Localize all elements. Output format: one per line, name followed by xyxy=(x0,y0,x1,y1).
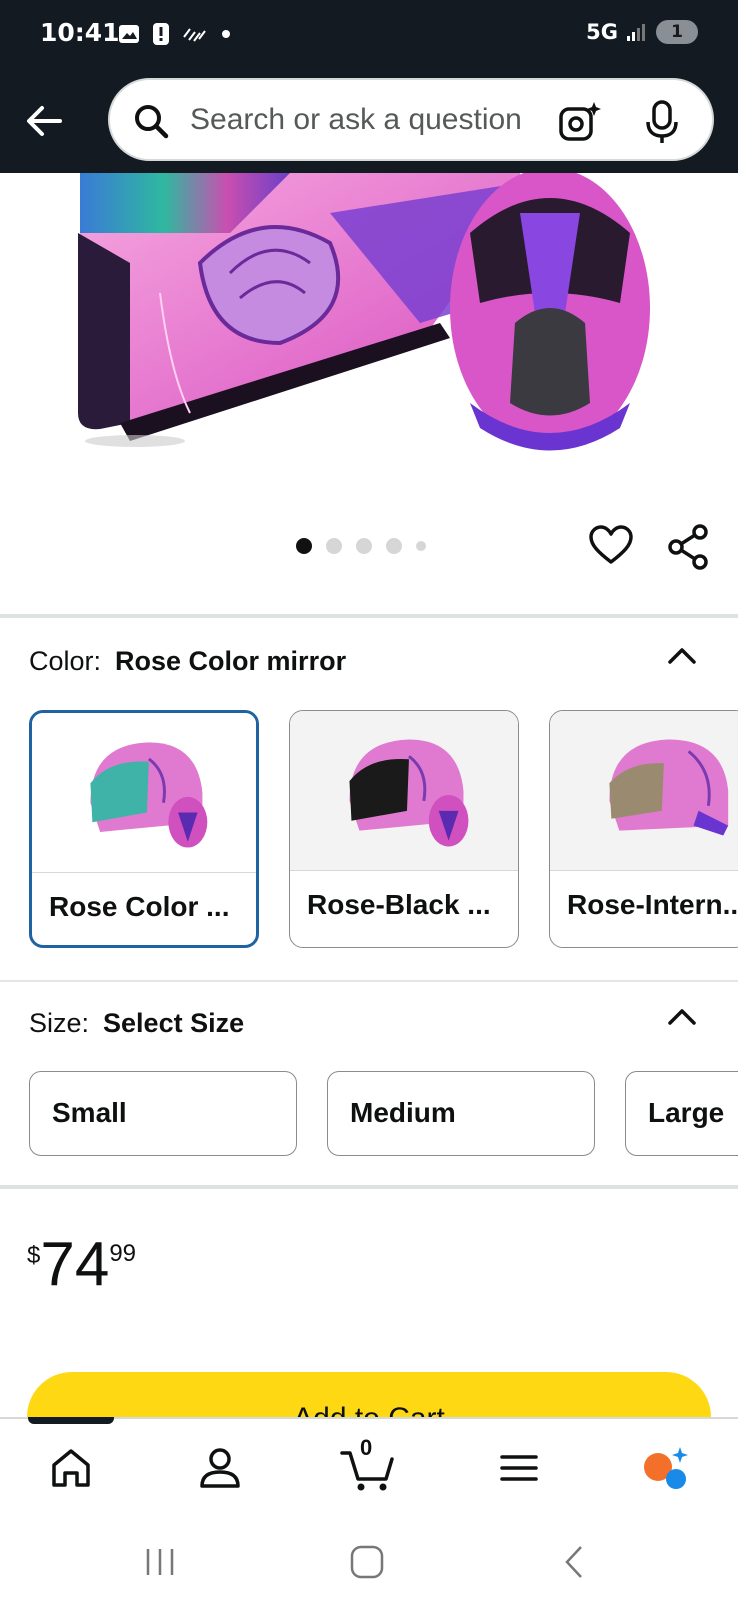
alert-icon xyxy=(153,23,169,45)
chevron-up-icon[interactable] xyxy=(666,644,698,666)
microphone-icon[interactable] xyxy=(640,98,684,146)
status-time: 10:41 xyxy=(40,18,120,47)
price: $ 74 99 xyxy=(27,1228,136,1296)
color-selected-value: Rose Color mirror xyxy=(115,646,347,676)
cart-nav-item[interactable]: 0 xyxy=(340,1435,396,1493)
battery-icon: 1 xyxy=(656,20,698,44)
color-row[interactable]: Color: Rose Color mirror xyxy=(29,646,346,677)
cart-count: 0 xyxy=(360,1435,373,1460)
price-currency: $ xyxy=(27,1242,41,1269)
color-option-rose-color-mirror[interactable]: Rose Color ... xyxy=(29,710,259,948)
share-icon[interactable] xyxy=(666,524,710,570)
menu-icon[interactable] xyxy=(494,1443,544,1493)
pagination-dot[interactable] xyxy=(356,538,372,554)
size-option-small[interactable]: Small xyxy=(29,1071,297,1156)
back-arrow-icon[interactable] xyxy=(20,96,70,146)
helmet-illustration xyxy=(78,173,650,451)
camera-search-icon[interactable] xyxy=(558,100,602,144)
nav-active-indicator xyxy=(28,1417,114,1424)
helmet-thumbnail xyxy=(90,742,208,848)
section-divider xyxy=(0,1185,738,1189)
home-icon[interactable] xyxy=(46,1443,96,1493)
size-option-large[interactable]: Large xyxy=(625,1071,738,1156)
status-bar: 10:41 5G 1 xyxy=(0,0,738,70)
status-system-icons: 5G 1 xyxy=(586,20,698,44)
size-row[interactable]: Size: Select Size xyxy=(29,1008,244,1039)
data-activity-icon xyxy=(183,28,206,42)
section-divider xyxy=(0,980,738,982)
recent-apps-icon[interactable] xyxy=(140,1543,180,1581)
pagination-dot[interactable] xyxy=(296,538,312,554)
notification-dot-icon xyxy=(222,30,230,38)
color-option-rose-intern[interactable]: Rose-Intern... xyxy=(549,710,738,948)
swatch-image xyxy=(32,713,256,873)
swatch-image xyxy=(550,711,738,871)
swatch-label: Rose Color ... xyxy=(49,891,230,922)
status-notification-icons xyxy=(118,22,232,46)
signal-icon xyxy=(627,24,645,41)
size-selected-value: Select Size xyxy=(103,1008,245,1038)
search-bar[interactable] xyxy=(108,78,714,161)
pagination-dot[interactable] xyxy=(326,538,342,554)
helmet-thumbnail xyxy=(609,739,729,836)
product-image[interactable] xyxy=(0,173,738,493)
swatch-image xyxy=(290,711,518,871)
size-label: Size: xyxy=(29,1008,90,1038)
section-divider xyxy=(0,614,738,618)
pagination-dot[interactable] xyxy=(416,541,426,551)
image-pagination-dots xyxy=(296,538,426,554)
system-navigation-bar xyxy=(0,1527,738,1600)
color-label: Color: xyxy=(29,646,102,676)
network-type: 5G xyxy=(586,20,618,44)
size-option-label: Medium xyxy=(350,1097,456,1128)
system-back-icon[interactable] xyxy=(555,1543,595,1581)
helmet-thumbnail xyxy=(349,739,469,847)
search-header xyxy=(0,70,738,173)
color-option-rose-black[interactable]: Rose-Black ... xyxy=(289,710,519,948)
price-fraction: 99 xyxy=(109,1240,137,1267)
swatch-label: Rose-Intern... xyxy=(567,889,738,920)
size-option-label: Small xyxy=(52,1097,127,1128)
search-input[interactable] xyxy=(190,100,540,140)
size-option-medium[interactable]: Medium xyxy=(327,1071,595,1156)
gallery-icon xyxy=(119,25,139,43)
size-option-label: Large xyxy=(648,1097,725,1128)
search-icon xyxy=(135,105,169,139)
pagination-dot[interactable] xyxy=(386,538,402,554)
rufus-icon[interactable] xyxy=(640,1443,690,1493)
account-icon[interactable] xyxy=(195,1443,245,1493)
home-button-icon[interactable] xyxy=(347,1543,387,1581)
bottom-nav: 0 xyxy=(0,1417,738,1527)
chevron-up-icon[interactable] xyxy=(666,1005,698,1027)
price-whole: 74 xyxy=(40,1230,110,1299)
swatch-label: Rose-Black ... xyxy=(307,889,491,920)
wishlist-heart-icon[interactable] xyxy=(588,524,634,566)
